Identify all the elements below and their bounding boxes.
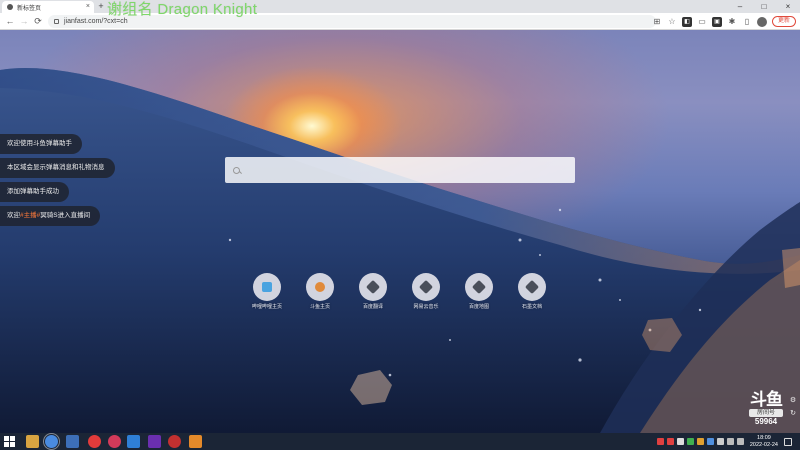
tray-app-icon[interactable] xyxy=(676,438,684,445)
welcome-highlight: #主播# xyxy=(20,212,41,219)
stream-overlay-title: 谢组名 Dragon Knight xyxy=(107,1,258,18)
refresh-icon[interactable]: ↻ xyxy=(788,407,798,420)
toolbar-actions: ⊞ ☆ ◧ ▭ ▣ ✱ ▯ 更新 xyxy=(652,15,796,28)
douyu-app-icon[interactable] xyxy=(189,435,202,448)
maximize-button[interactable]: □ xyxy=(752,0,776,13)
tray-app-icon[interactable] xyxy=(706,438,714,445)
page-side-tools: ⚙ ↻ xyxy=(788,394,798,420)
update-button[interactable]: 更新 xyxy=(771,16,796,27)
new-tab-button[interactable]: + xyxy=(96,1,106,12)
back-button[interactable]: ← xyxy=(4,15,16,27)
tray-app-icon[interactable] xyxy=(686,438,694,445)
minimize-button[interactable]: – xyxy=(728,0,752,13)
chat-message-welcome: 欢迎#主播#冥骑S进入直播间 xyxy=(0,206,101,226)
link-glyph xyxy=(418,279,434,295)
ocean-wave-background xyxy=(0,68,800,433)
start-button[interactable] xyxy=(3,435,16,448)
notification-icon[interactable] xyxy=(784,437,792,446)
profile-avatar[interactable] xyxy=(756,16,767,27)
room-number: 59964 xyxy=(754,417,778,426)
windows-logo-icon xyxy=(10,442,15,447)
shortcut-douyu-glyph xyxy=(315,282,325,292)
chat-message: 欢迎使用斗鱼弹幕助手 xyxy=(0,134,82,154)
app-pink-icon[interactable] xyxy=(108,435,121,448)
network-icon[interactable] xyxy=(726,438,734,445)
shortcut-douyu-icon xyxy=(306,273,334,301)
lock-icon xyxy=(54,19,59,24)
address-url: jianfast.com/?cxt=ch xyxy=(64,18,128,25)
clock-date: 2022-02-24 xyxy=(749,441,778,448)
new-tab-page: 欢迎使用斗鱼弹幕助手 本区域会显示弹幕消息和礼物消息 添加弹幕助手成功 欢迎#主… xyxy=(0,30,800,433)
shortcut-douyu[interactable]: 斗鱼主页 xyxy=(293,273,347,313)
file-explorer-icon[interactable] xyxy=(26,435,39,448)
bookmark-star-icon[interactable]: ☆ xyxy=(667,17,677,27)
cast-icon[interactable]: ▭ xyxy=(697,17,707,27)
tray-app-icon[interactable] xyxy=(716,438,724,445)
link-glyph xyxy=(365,279,381,295)
premiere-icon[interactable] xyxy=(148,435,161,448)
tab-close-icon[interactable]: × xyxy=(86,3,90,10)
extension-icon[interactable]: ◧ xyxy=(681,16,692,27)
mail-icon[interactable] xyxy=(127,435,140,448)
douyu-logo: 斗鱼 xyxy=(750,390,783,410)
shortcut-label: 百度翻译 xyxy=(362,304,383,310)
shortcut-link-icon xyxy=(465,273,493,301)
close-window-button[interactable]: × xyxy=(776,0,800,13)
shortcut-shimo-docs[interactable]: 石墨文档 xyxy=(505,273,559,313)
chat-message: 本区域会显示弹幕消息和礼物消息 xyxy=(0,158,115,178)
shortcut-grid: 哔哩哔哩主页 斗鱼主页 百度翻译 网易云音乐 百度地图 石墨文档 xyxy=(240,273,560,313)
chat-message: 添加弹幕助手成功 xyxy=(0,182,69,202)
shortcut-bilibili[interactable]: 哔哩哔哩主页 xyxy=(240,273,294,313)
shortcut-label: 石墨文档 xyxy=(521,304,542,310)
reload-button[interactable]: ⟳ xyxy=(32,15,44,27)
douyu-room-watermark: 斗鱼 房间号 59964 xyxy=(744,390,788,426)
windows-logo-icon xyxy=(4,442,9,447)
shortcut-baidu-translate[interactable]: 百度翻译 xyxy=(346,273,400,313)
translate-icon[interactable]: ⊞ xyxy=(652,17,662,27)
shortcut-link-icon xyxy=(359,273,387,301)
windows-taskbar: 18:09 2022-02-24 xyxy=(0,433,800,450)
shortcut-link-icon xyxy=(518,273,546,301)
forward-button[interactable]: → xyxy=(18,15,30,27)
shortcut-label: 百度地图 xyxy=(468,304,489,310)
tab-favicon-icon xyxy=(7,4,13,10)
system-tray: 18:09 2022-02-24 xyxy=(656,433,792,450)
shortcut-bilibili-icon xyxy=(253,273,281,301)
app-red-icon[interactable] xyxy=(88,435,101,448)
chrome-icon[interactable] xyxy=(43,433,60,450)
room-label: 房间号 xyxy=(749,409,783,417)
link-glyph xyxy=(471,279,487,295)
tab-title: 新标签页 xyxy=(17,5,42,12)
shortcut-bilibili-glyph xyxy=(262,282,272,292)
shortcut-baidu-map[interactable]: 百度地图 xyxy=(452,273,506,313)
link-glyph xyxy=(524,279,540,295)
search-input[interactable] xyxy=(246,165,566,175)
tray-app-icon[interactable] xyxy=(666,438,674,445)
sidebar-icon[interactable]: ▯ xyxy=(742,17,752,27)
shortcut-netease-music[interactable]: 网易云音乐 xyxy=(399,273,453,313)
windows-logo-icon xyxy=(4,436,9,441)
welcome-suffix: 冥骑S进入直播间 xyxy=(40,212,91,219)
tab-new-tab[interactable]: 新标签页 × xyxy=(2,1,94,13)
obs-icon[interactable] xyxy=(168,435,181,448)
shortcut-label: 斗鱼主页 xyxy=(309,304,330,310)
volume-icon[interactable] xyxy=(736,438,744,445)
store-icon[interactable] xyxy=(66,435,79,448)
search-icon xyxy=(233,166,240,174)
extension-2-icon[interactable]: ▣ xyxy=(711,16,722,27)
tray-app-icon[interactable] xyxy=(656,438,664,445)
extensions-puzzle-icon[interactable]: ✱ xyxy=(727,17,737,27)
windows-logo-icon xyxy=(10,436,15,441)
search-box[interactable] xyxy=(225,157,575,183)
tray-app-icon[interactable] xyxy=(696,438,704,445)
welcome-prefix: 欢迎 xyxy=(7,212,20,219)
clock-time: 18:09 xyxy=(757,434,771,441)
shortcut-label: 哔哩哔哩主页 xyxy=(251,304,282,310)
taskbar-clock[interactable]: 18:09 2022-02-24 xyxy=(750,435,778,449)
settings-icon[interactable]: ⚙ xyxy=(788,394,798,407)
shortcut-label: 网易云音乐 xyxy=(413,304,439,310)
shortcut-link-icon xyxy=(412,273,440,301)
